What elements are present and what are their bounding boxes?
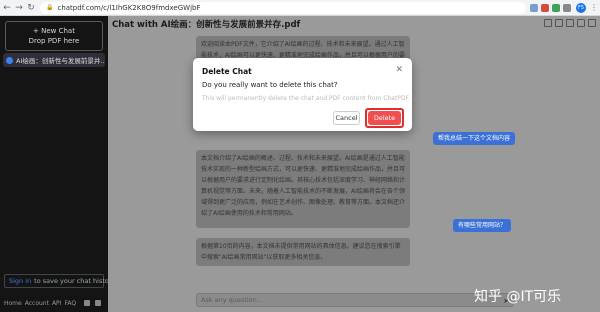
watermark: 知乎 @IT可乐 bbox=[474, 289, 562, 305]
download-icon[interactable] bbox=[577, 19, 585, 27]
delete-button[interactable]: Delete bbox=[368, 111, 401, 125]
share-icon[interactable] bbox=[544, 19, 552, 27]
input-placeholder: Ask any question... bbox=[201, 296, 263, 304]
footer-link-api[interactable]: API bbox=[52, 300, 62, 307]
lock-icon: 🔒 bbox=[46, 4, 54, 11]
refresh-icon[interactable] bbox=[588, 19, 596, 27]
delete-chat-dialog: Delete Chat ✕ Do you really want to dele… bbox=[193, 58, 412, 131]
signin-text: to save your chat history bbox=[34, 277, 116, 285]
chat-header: Chat with AI绘画：创新性与发展前景并存.pdf bbox=[108, 16, 600, 32]
url-text: chatpdf.com/c/l1IhGK2K8O9fmdxeGWjbF bbox=[57, 3, 201, 12]
sidebar: + New Chat Drop PDF here AI绘画：创新性与发展前景并.… bbox=[0, 16, 115, 312]
user-message: 帮我总结一下这个文档内容 bbox=[433, 132, 516, 145]
dialog-description: This will permanently delete the chat an… bbox=[202, 95, 410, 102]
footer-link-faq[interactable]: FAQ bbox=[64, 300, 76, 307]
edit-icon[interactable] bbox=[555, 19, 563, 27]
signin-link[interactable]: Sign in bbox=[9, 277, 31, 285]
forward-icon[interactable]: → bbox=[14, 2, 24, 14]
chat-icon bbox=[6, 56, 13, 64]
signin-banner: Sign in to save your chat history bbox=[4, 274, 115, 288]
bot-message: 根据第10页的内容，本文档未提供常用网站的具体信息。建议您在搜索引擎中搜索"AI… bbox=[196, 238, 410, 266]
delete-icon[interactable] bbox=[566, 19, 574, 27]
extension-icons: F5 ⋮ bbox=[530, 2, 598, 13]
discord-icon[interactable] bbox=[95, 300, 101, 306]
social-icons bbox=[82, 300, 104, 306]
dialog-question: Do you really want to delete this chat? bbox=[202, 81, 338, 89]
browser-menu-icon[interactable]: ⋮ bbox=[590, 3, 598, 12]
page-title: Chat with AI绘画：创新性与发展前景并存.pdf bbox=[112, 20, 301, 30]
extension-icon[interactable] bbox=[541, 3, 549, 12]
extension-icon[interactable] bbox=[563, 3, 571, 12]
extension-icon[interactable] bbox=[552, 3, 560, 12]
reload-icon[interactable]: ↻ bbox=[26, 2, 36, 14]
question-input[interactable]: Ask any question... ➤ bbox=[196, 293, 514, 307]
sidebar-chat-label: AI绘画：创新性与发展前景并... bbox=[16, 57, 105, 65]
profile-avatar[interactable]: F5 bbox=[576, 2, 586, 13]
back-icon[interactable]: ← bbox=[2, 2, 12, 14]
footer-link-account[interactable]: Account bbox=[25, 300, 49, 307]
new-chat-button[interactable]: + New Chat Drop PDF here bbox=[5, 21, 103, 51]
new-chat-label: + New Chat bbox=[33, 27, 75, 35]
footer-links: Home Account API FAQ bbox=[4, 298, 104, 308]
close-icon[interactable]: ✕ bbox=[395, 65, 403, 75]
sidebar-chat-item[interactable]: AI绘画：创新性与发展前景并... bbox=[3, 53, 105, 67]
header-actions bbox=[541, 19, 596, 27]
twitter-icon[interactable] bbox=[84, 300, 90, 306]
cancel-button[interactable]: Cancel bbox=[333, 111, 360, 125]
address-bar[interactable]: 🔒 chatpdf.com/c/l1IhGK2K8O9fmdxeGWjbF bbox=[40, 1, 526, 14]
drop-pdf-label: Drop PDF here bbox=[28, 37, 80, 45]
extension-icon[interactable] bbox=[530, 3, 538, 12]
bot-message: 本文档介绍了AI绘画的概述、过程、技术和未来展望。AI绘画是通过人工智能技术实现… bbox=[196, 150, 410, 228]
user-message: 有哪些常用网站？ bbox=[453, 219, 512, 232]
dialog-title: Delete Chat bbox=[202, 67, 252, 76]
browser-toolbar: ← → ↻ 🔒 chatpdf.com/c/l1IhGK2K8O9fmdxeGW… bbox=[0, 0, 600, 16]
footer-link-home[interactable]: Home bbox=[4, 300, 22, 307]
